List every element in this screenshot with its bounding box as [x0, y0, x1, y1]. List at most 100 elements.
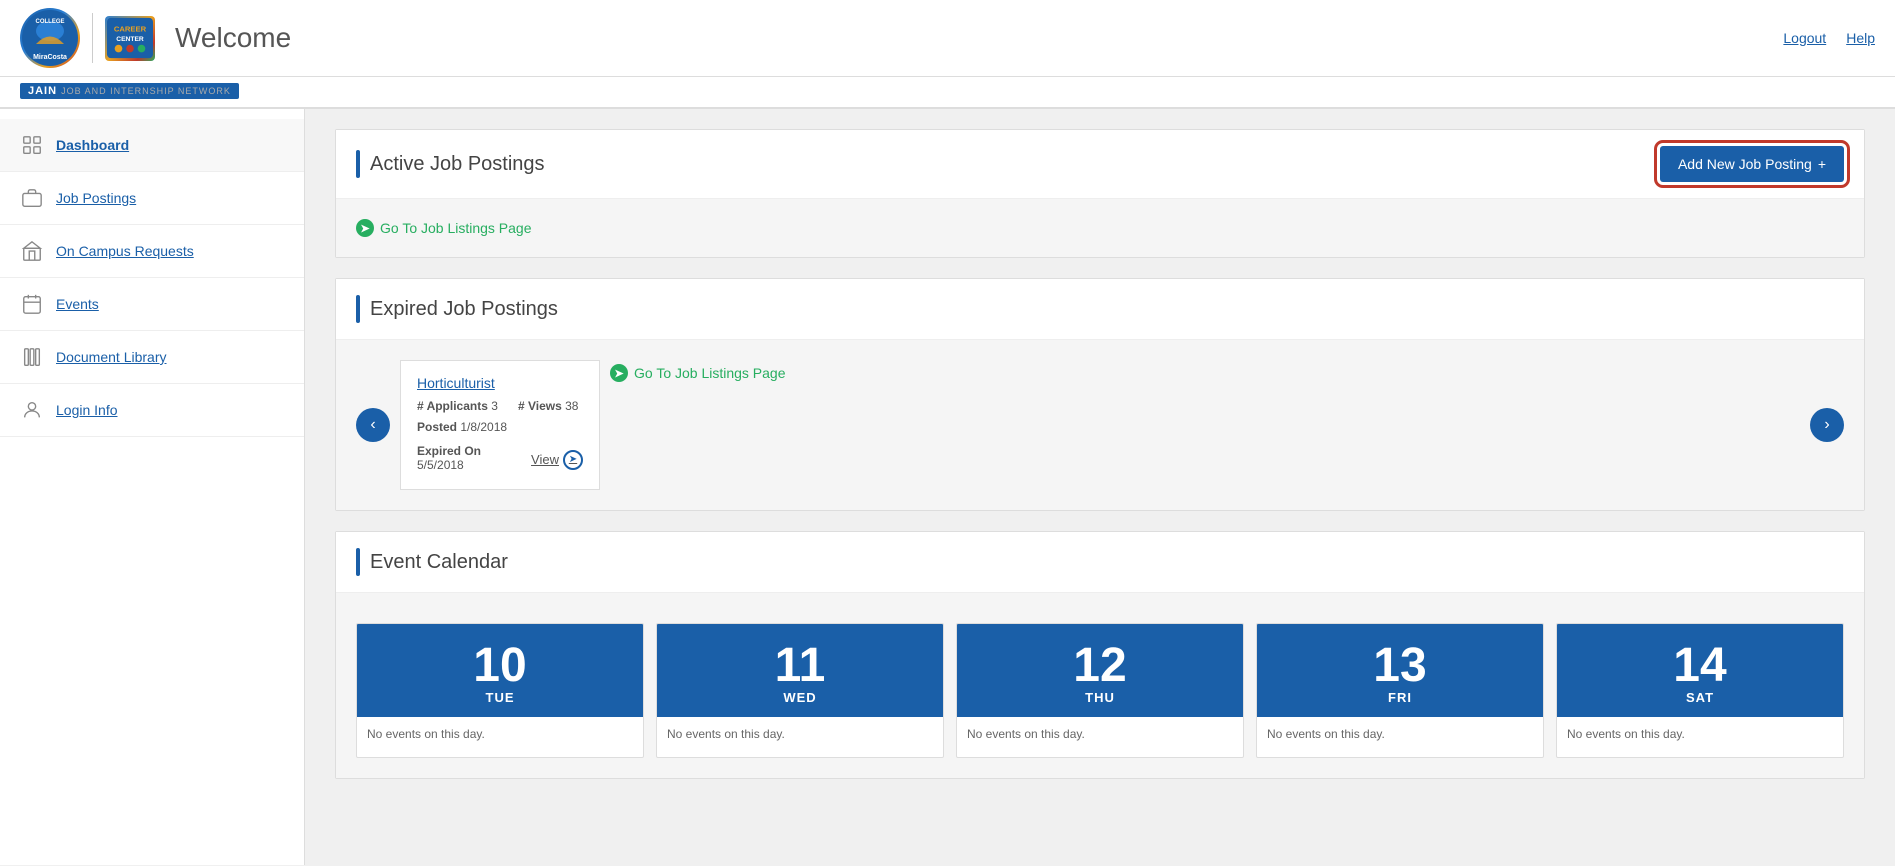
grid-icon — [20, 133, 44, 157]
sidebar-item-dashboard[interactable]: Dashboard — [0, 119, 304, 172]
calendar-card-header: 10 TUE — [357, 624, 643, 717]
sidebar-item-events[interactable]: Events — [0, 278, 304, 331]
person-icon — [20, 398, 44, 422]
miracosta-logo: MiraCosta COLLEGE — [20, 8, 80, 68]
calendar-card-header: 11 WED — [657, 624, 943, 717]
carousel-next-button[interactable]: › — [1810, 408, 1844, 442]
page-header: MiraCosta COLLEGE CAREER CENTER Welcome … — [0, 0, 1895, 77]
calendar-card-10: 10 TUE No events on this day. — [356, 623, 644, 758]
view-job-link[interactable]: View ➤ — [531, 450, 583, 470]
sidebar-item-job-postings[interactable]: Job Postings — [0, 172, 304, 225]
expired-on-row: Expired On 5/5/2018 View ➤ — [417, 444, 583, 475]
calendar-day-number: 12 — [967, 642, 1233, 690]
calendar-card-header: 12 THU — [957, 624, 1243, 717]
jain-logo: JAIN Job and Internship Network — [20, 83, 239, 99]
event-calendar-title-wrapper: Event Calendar — [356, 548, 508, 576]
add-job-wrapper: Add New Job Posting + — [1660, 146, 1844, 182]
expired-go-to-listings-label: Go To Job Listings Page — [634, 365, 786, 381]
expired-arrow-circle-icon: ➤ — [610, 364, 628, 382]
calendar-icon — [20, 292, 44, 316]
miracosta-logo-circle: MiraCosta COLLEGE — [20, 8, 80, 68]
event-calendar-title: Event Calendar — [370, 551, 508, 574]
active-postings-title-wrapper: Active Job Postings — [356, 150, 545, 178]
active-go-to-listings-link[interactable]: ➤ Go To Job Listings Page — [356, 219, 1844, 237]
calendar-card-body: No events on this day. — [957, 717, 1243, 757]
sidebar: Dashboard Job Postings On Campus Reque — [0, 109, 305, 865]
calendar-card-header: 13 FRI — [1257, 624, 1543, 717]
main-content: Active Job Postings Add New Job Posting … — [305, 109, 1895, 865]
add-new-job-button[interactable]: Add New Job Posting + — [1660, 146, 1844, 182]
active-postings-section: Active Job Postings Add New Job Posting … — [335, 129, 1865, 258]
building-icon — [20, 239, 44, 263]
calendar-card-12: 12 THU No events on this day. — [956, 623, 1244, 758]
active-postings-header: Active Job Postings Add New Job Posting … — [336, 130, 1864, 199]
expired-postings-body: ‹ Horticulturist # Applicants 3 # Views … — [336, 340, 1864, 510]
expired-carousel: ‹ Horticulturist # Applicants 3 # Views … — [356, 360, 1844, 490]
calendar-card-body: No events on this day. — [357, 717, 643, 757]
expired-postings-section: Expired Job Postings ‹ Horticulturist # … — [335, 278, 1865, 511]
calendar-day-number: 14 — [1567, 642, 1833, 690]
sidebar-label-job-postings: Job Postings — [56, 190, 136, 206]
section-bar — [356, 150, 360, 178]
active-postings-body: ➤ Go To Job Listings Page — [336, 199, 1864, 257]
arrow-circle-icon: ➤ — [356, 219, 374, 237]
calendar-day-number: 13 — [1267, 642, 1533, 690]
calendar-day-number: 11 — [667, 642, 933, 690]
career-center-logo: CAREER CENTER — [105, 16, 155, 61]
logout-link[interactable]: Logout — [1783, 30, 1826, 46]
library-icon — [20, 345, 44, 369]
views-meta: # Views 38 — [518, 399, 579, 413]
event-calendar-section: Event Calendar 10 TUE No events on this … — [335, 531, 1865, 779]
active-postings-title: Active Job Postings — [370, 153, 545, 176]
sidebar-item-document-library[interactable]: Document Library — [0, 331, 304, 384]
jain-letters: JAIN — [28, 85, 57, 97]
jain-bar: JAIN Job and Internship Network — [0, 77, 1895, 109]
job-title[interactable]: Horticulturist — [417, 375, 583, 391]
header-logos: MiraCosta COLLEGE CAREER CENTER Welcome — [20, 8, 291, 68]
svg-text:MiraCosta: MiraCosta — [33, 54, 67, 61]
logo-divider — [92, 13, 93, 63]
calendar-card-body: No events on this day. — [1557, 717, 1843, 757]
career-center-icon: CAREER CENTER — [105, 16, 155, 61]
expired-job-card: Horticulturist # Applicants 3 # Views 38 — [400, 360, 600, 490]
calendar-section-bar — [356, 548, 360, 576]
calendar-day-name: SAT — [1567, 690, 1833, 705]
calendar-card-body: No events on this day. — [657, 717, 943, 757]
event-calendar-header: Event Calendar — [336, 532, 1864, 593]
carousel-prev-button[interactable]: ‹ — [356, 408, 390, 442]
expired-go-to-listings-link[interactable]: ➤ Go To Job Listings Page — [610, 364, 786, 382]
expired-on-meta: Expired On 5/5/2018 — [417, 444, 531, 472]
expired-postings-title: Expired Job Postings — [370, 298, 558, 321]
help-link[interactable]: Help — [1846, 30, 1875, 46]
calendar-day-name: WED — [667, 690, 933, 705]
calendar-day-name: THU — [967, 690, 1233, 705]
svg-text:CAREER: CAREER — [114, 24, 147, 33]
svg-text:COLLEGE: COLLEGE — [35, 19, 64, 25]
sidebar-label-on-campus: On Campus Requests — [56, 243, 194, 259]
event-calendar-body: 10 TUE No events on this day. 11 WED No … — [336, 593, 1864, 778]
expired-postings-title-wrapper: Expired Job Postings — [356, 295, 558, 323]
calendar-card-body: No events on this day. — [1257, 717, 1543, 757]
expired-postings-header: Expired Job Postings — [336, 279, 1864, 340]
svg-text:CENTER: CENTER — [116, 36, 144, 43]
views-label: # Views — [518, 399, 565, 413]
calendar-day-name: TUE — [367, 690, 633, 705]
calendar-day-number: 10 — [367, 642, 633, 690]
sidebar-label-login-info: Login Info — [56, 402, 118, 418]
calendar-card-14: 14 SAT No events on this day. — [1556, 623, 1844, 758]
active-go-to-listings-label: Go To Job Listings Page — [380, 220, 532, 236]
sidebar-label-dashboard: Dashboard — [56, 137, 129, 153]
view-circle-icon: ➤ — [563, 450, 583, 470]
expired-go-to-area: ➤ Go To Job Listings Page — [610, 360, 786, 490]
expired-on-label: Expired On — [417, 444, 481, 458]
plus-icon: + — [1818, 156, 1826, 172]
main-layout: Dashboard Job Postings On Campus Reque — [0, 109, 1895, 865]
calendar-card-13: 13 FRI No events on this day. — [1256, 623, 1544, 758]
calendar-card-header: 14 SAT — [1557, 624, 1843, 717]
jain-subtitle: Job and Internship Network — [61, 86, 231, 96]
sidebar-item-on-campus[interactable]: On Campus Requests — [0, 225, 304, 278]
header-nav: Logout Help — [1783, 30, 1875, 46]
welcome-heading: Welcome — [175, 22, 291, 54]
sidebar-item-login-info[interactable]: Login Info — [0, 384, 304, 437]
calendar-day-name: FRI — [1267, 690, 1533, 705]
